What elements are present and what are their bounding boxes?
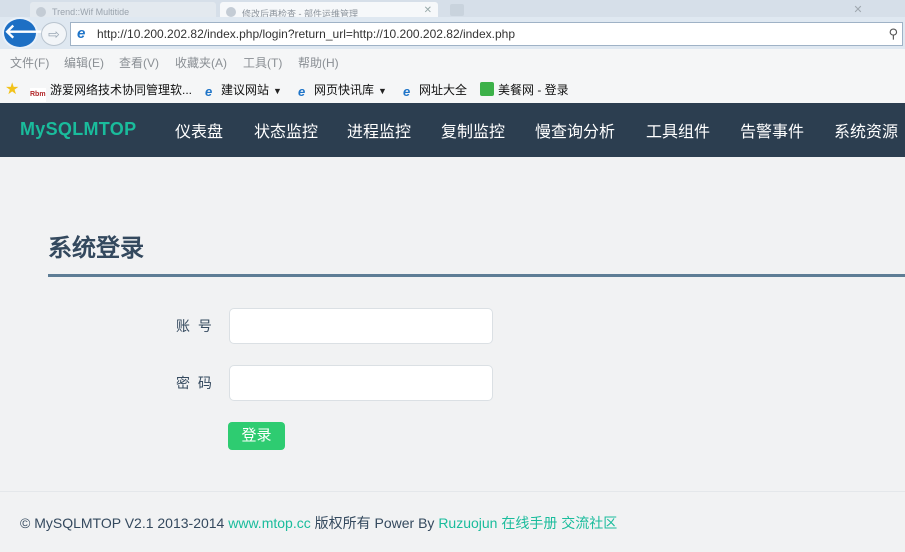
- address-row: 🡐 ⇨ e http://10.200.202.82/index.php/log…: [0, 17, 905, 49]
- favorite-label: 网页快讯库: [314, 83, 375, 97]
- footer-community-link[interactable]: 交流社区: [561, 515, 617, 531]
- app-navbar: MySQLMTOP 仪表盘 状态监控 进程监控 复制监控 慢查询分析 工具组件 …: [0, 103, 905, 157]
- menu-view[interactable]: 查看(V): [119, 54, 159, 71]
- ie-icon: e: [298, 84, 306, 99]
- favorite-link-webslice[interactable]: e 网页快讯库 ▼: [298, 81, 387, 99]
- menu-tools[interactable]: 工具(T): [243, 54, 282, 71]
- browser-menu-bar: 文件(F) 编辑(E) 查看(V) 收藏夹(A) 工具(T) 帮助(H): [0, 49, 905, 74]
- nav-process-monitor[interactable]: 进程监控: [347, 118, 411, 142]
- password-label: 密 码: [176, 375, 214, 391]
- footer-site-link[interactable]: www.mtop.cc: [228, 515, 310, 531]
- nav-slow-query[interactable]: 慢查询分析: [535, 118, 615, 142]
- address-url[interactable]: http://10.200.202.82/index.php/login?ret…: [97, 27, 515, 41]
- forward-button[interactable]: ⇨: [41, 22, 67, 46]
- nav-status-monitor[interactable]: 状态监控: [254, 118, 318, 142]
- favorite-label: 游爱网络技术协同管理软...: [50, 83, 193, 97]
- brand-logo[interactable]: MySQLMTOP: [20, 119, 136, 140]
- rbm-icon: Rbm: [30, 88, 46, 102]
- nav-dashboard[interactable]: 仪表盘: [175, 118, 223, 142]
- address-bar[interactable]: e http://10.200.202.82/index.php/login?r…: [70, 22, 903, 46]
- menu-edit[interactable]: 编辑(E): [64, 54, 104, 71]
- tab-favicon-icon: [226, 7, 236, 17]
- favorite-link-suggested[interactable]: e 建议网站 ▼: [205, 81, 282, 99]
- favorites-star-icon[interactable]: ★: [5, 79, 19, 99]
- chevron-down-icon[interactable]: ▼: [273, 86, 282, 96]
- footer-rights: 版权所有 Power By: [314, 515, 435, 531]
- favorite-label: 网址大全: [419, 83, 468, 97]
- ie-icon: e: [403, 84, 411, 99]
- favorite-link-rbm[interactable]: Rbm 游爱网络技术协同管理软...: [30, 81, 192, 102]
- login-button[interactable]: 登录: [228, 422, 285, 450]
- meican-icon: [480, 82, 494, 96]
- password-input[interactable]: [229, 365, 493, 401]
- page-title: 系统登录: [48, 235, 144, 262]
- tab-favicon-icon: [36, 7, 46, 17]
- chevron-down-icon[interactable]: ▼: [378, 86, 387, 96]
- new-tab-button[interactable]: [450, 4, 464, 16]
- username-label: 账 号: [176, 318, 214, 334]
- username-input[interactable]: [229, 308, 493, 344]
- footer-author-link[interactable]: Ruzuojun: [438, 515, 497, 531]
- favorite-link-meican[interactable]: 美餐网 - 登录: [480, 81, 569, 98]
- footer-manual-link[interactable]: 在线手册: [501, 515, 557, 531]
- footer-divider: [0, 491, 905, 492]
- footer: © MySQLMTOP V2.1 2013-2014 www.mtop.cc 版…: [20, 513, 617, 533]
- nav-system-resources[interactable]: 系统资源: [834, 118, 898, 142]
- back-button[interactable]: 🡐: [2, 17, 58, 49]
- menu-file[interactable]: 文件(F): [10, 54, 49, 71]
- browser-tab-label: Trend::Wif Multitide: [52, 7, 130, 17]
- favorite-label: 建议网站: [221, 83, 270, 97]
- favorite-link-hao[interactable]: e 网址大全: [403, 81, 467, 99]
- close-tab-icon[interactable]: ✕: [424, 5, 432, 16]
- menu-favorites[interactable]: 收藏夹(A): [175, 54, 227, 71]
- title-divider: [48, 274, 905, 277]
- search-icon[interactable]: ⚲: [888, 26, 898, 42]
- menu-help[interactable]: 帮助(H): [298, 54, 339, 71]
- ie-icon: e: [205, 84, 213, 99]
- favorite-label: 美餐网 - 登录: [498, 83, 569, 97]
- favorites-bar: ★ Rbm 游爱网络技术协同管理软... e 建议网站 ▼ e 网页快讯库 ▼ e 网址大全…: [0, 74, 905, 103]
- footer-copyright: © MySQLMTOP V2.1 2013-2014: [20, 515, 225, 531]
- nav-alerts[interactable]: 告警事件: [740, 118, 804, 142]
- window-close-icon[interactable]: ✕: [851, 3, 865, 17]
- ie-page-icon: e: [77, 25, 86, 42]
- nav-tools[interactable]: 工具组件: [646, 118, 710, 142]
- nav-replication-monitor[interactable]: 复制监控: [441, 118, 505, 142]
